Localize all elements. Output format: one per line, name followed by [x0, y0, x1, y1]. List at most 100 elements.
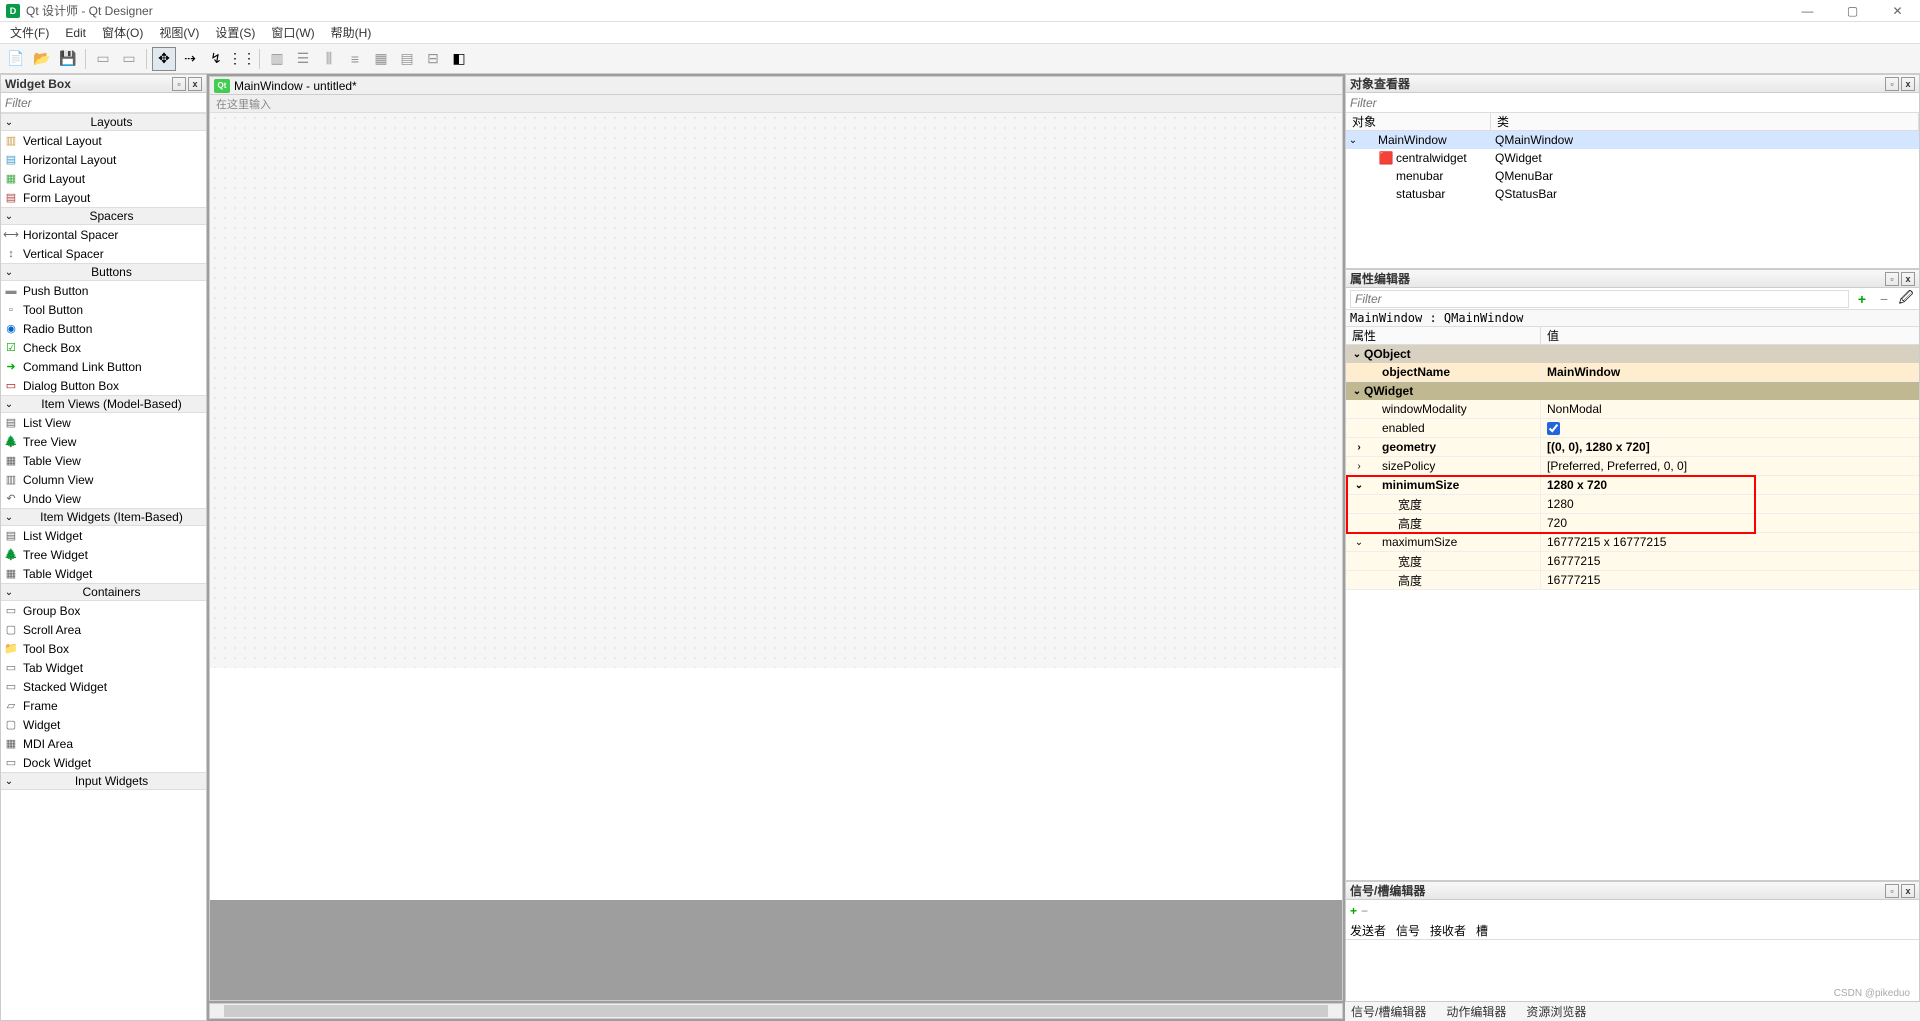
widget-stacked-widget[interactable]: ▭Stacked Widget	[1, 677, 206, 696]
expand-icon[interactable]: ›	[1352, 442, 1366, 453]
property-value[interactable]: [Preferred, Preferred, 0, 0]	[1547, 459, 1687, 473]
object-inspector-filter[interactable]	[1346, 93, 1919, 112]
property-宽度[interactable]: 宽度1280	[1346, 495, 1919, 514]
property-value[interactable]: NonModal	[1547, 402, 1602, 416]
widget-tool-box[interactable]: 📁Tool Box	[1, 639, 206, 658]
widget-undo-view[interactable]: ↶Undo View	[1, 489, 206, 508]
widget-tab-widget[interactable]: ▭Tab Widget	[1, 658, 206, 677]
expand-icon[interactable]: ⌄	[1352, 480, 1366, 491]
category-buttons[interactable]: ⌄Buttons	[1, 263, 206, 281]
object-row-menubar[interactable]: menubarQMenuBar	[1346, 167, 1919, 185]
dock-close-icon[interactable]: x	[1901, 272, 1915, 286]
menu-window[interactable]: 窗口(W)	[263, 22, 322, 43]
edit-tab-order-icon[interactable]: ⋮⋮	[230, 47, 254, 71]
configure-icon[interactable]: 🖉	[1897, 290, 1915, 308]
widget-list-widget[interactable]: ▤List Widget	[1, 526, 206, 545]
property-高度[interactable]: 高度16777215	[1346, 571, 1919, 590]
widget-tree-widget[interactable]: 🌲Tree Widget	[1, 545, 206, 564]
property-filter[interactable]	[1350, 290, 1849, 308]
remove-signal-icon[interactable]: −	[1361, 904, 1368, 918]
property-value[interactable]: 720	[1547, 516, 1567, 530]
property-enabled[interactable]: enabled	[1346, 419, 1919, 438]
widget-list-view[interactable]: ▤List View	[1, 413, 206, 432]
widget-box-filter[interactable]	[1, 93, 206, 112]
dock-float-icon[interactable]: ▫	[1885, 77, 1899, 91]
signal-col-receiver[interactable]: 接收者	[1430, 922, 1466, 939]
new-file-icon[interactable]: 📄	[4, 47, 28, 71]
property-value[interactable]: 1280	[1547, 497, 1574, 511]
widget-form-layout[interactable]: ▤Form Layout	[1, 188, 206, 207]
widget-tool-button[interactable]: ▫Tool Button	[1, 300, 206, 319]
close-button[interactable]: ✕	[1875, 0, 1920, 22]
canvas-hscrollbar[interactable]	[209, 1003, 1343, 1019]
object-col-object[interactable]: 对象	[1346, 113, 1491, 130]
tab-resource-browser[interactable]: 资源浏览器	[1526, 1003, 1586, 1020]
widget-box-list[interactable]: ⌄Layouts▥Vertical Layout▤Horizontal Layo…	[1, 113, 206, 1020]
dock-float-icon[interactable]: ▫	[172, 77, 186, 91]
expand-icon[interactable]: ⌄	[1346, 135, 1360, 146]
category-containers[interactable]: ⌄Containers	[1, 583, 206, 601]
property-sizePolicy[interactable]: ›sizePolicy[Preferred, Preferred, 0, 0]	[1346, 457, 1919, 476]
property-windowModality[interactable]: windowModalityNonModal	[1346, 400, 1919, 419]
property-minimumSize[interactable]: ⌄minimumSize1280 x 720	[1346, 476, 1919, 495]
property-高度[interactable]: 高度720	[1346, 514, 1919, 533]
section-QWidget[interactable]: ⌄QWidget	[1346, 382, 1919, 400]
property-value[interactable]: 16777215	[1547, 573, 1600, 587]
widget-push-button[interactable]: ▬Push Button	[1, 281, 206, 300]
widget-tree-view[interactable]: 🌲Tree View	[1, 432, 206, 451]
dock-close-icon[interactable]: x	[1901, 884, 1915, 898]
menu-settings[interactable]: 设置(S)	[207, 22, 263, 43]
layout-h-icon[interactable]: ▥	[265, 47, 289, 71]
widget-scroll-area[interactable]: ▢Scroll Area	[1, 620, 206, 639]
break-layout-icon[interactable]: ⊟	[421, 47, 445, 71]
widget-grid-layout[interactable]: ▦Grid Layout	[1, 169, 206, 188]
layout-v-icon[interactable]: ☰	[291, 47, 315, 71]
widget-widget[interactable]: ▢Widget	[1, 715, 206, 734]
property-table[interactable]: ⌄QObjectobjectNameMainWindow⌄QWidgetwind…	[1346, 345, 1919, 880]
expand-icon[interactable]: ⌄	[1352, 537, 1366, 548]
save-file-icon[interactable]: 💾	[56, 47, 80, 71]
property-col-name[interactable]: 属性	[1346, 327, 1541, 344]
widget-vertical-layout[interactable]: ▥Vertical Layout	[1, 131, 206, 150]
maximize-button[interactable]: ▢	[1830, 0, 1875, 22]
property-checkbox[interactable]	[1547, 422, 1560, 435]
menu-view[interactable]: 视图(V)	[151, 22, 207, 43]
property-col-value[interactable]: 值	[1541, 327, 1565, 344]
signal-col-signal[interactable]: 信号	[1396, 922, 1420, 939]
send-back-icon[interactable]: ▭	[91, 47, 115, 71]
layout-hsplit-icon[interactable]: ⫼	[317, 47, 341, 71]
form-canvas[interactable]: 在这里输入	[209, 94, 1343, 1001]
open-file-icon[interactable]: 📂	[30, 47, 54, 71]
category-spacers[interactable]: ⌄Spacers	[1, 207, 206, 225]
property-geometry[interactable]: ›geometry[(0, 0), 1280 x 720]	[1346, 438, 1919, 457]
remove-property-icon[interactable]: −	[1875, 290, 1893, 308]
object-row-statusbar[interactable]: statusbarQStatusBar	[1346, 185, 1919, 203]
menu-help[interactable]: 帮助(H)	[323, 22, 380, 43]
object-row-centralwidget[interactable]: 🟥centralwidgetQWidget	[1346, 149, 1919, 167]
bring-front-icon[interactable]: ▭	[117, 47, 141, 71]
property-maximumSize[interactable]: ⌄maximumSize16777215 x 16777215	[1346, 533, 1919, 552]
menu-file[interactable]: 文件(F)	[2, 22, 57, 43]
widget-horizontal-spacer[interactable]: ⟷Horizontal Spacer	[1, 225, 206, 244]
edit-buddies-icon[interactable]: ↯	[204, 47, 228, 71]
widget-horizontal-layout[interactable]: ▤Horizontal Layout	[1, 150, 206, 169]
tab-action-editor[interactable]: 动作编辑器	[1446, 1003, 1506, 1020]
property-objectName[interactable]: objectNameMainWindow	[1346, 363, 1919, 382]
widget-table-widget[interactable]: ▦Table Widget	[1, 564, 206, 583]
dock-close-icon[interactable]: x	[188, 77, 202, 91]
widget-check-box[interactable]: ☑Check Box	[1, 338, 206, 357]
widget-dock-widget[interactable]: ▭Dock Widget	[1, 753, 206, 772]
widget-command-link-button[interactable]: ➜Command Link Button	[1, 357, 206, 376]
property-value[interactable]: 16777215	[1547, 554, 1600, 568]
form-menubar-hint[interactable]: 在这里输入	[210, 95, 1342, 113]
menu-form[interactable]: 窗体(O)	[94, 22, 151, 43]
layout-grid-icon[interactable]: ▦	[369, 47, 393, 71]
edit-signals-icon[interactable]: ⇢	[178, 47, 202, 71]
category-layouts[interactable]: ⌄Layouts	[1, 113, 206, 131]
property-value[interactable]: MainWindow	[1547, 365, 1620, 379]
signal-col-slot[interactable]: 槽	[1476, 922, 1488, 939]
widget-mdi-area[interactable]: ▦MDI Area	[1, 734, 206, 753]
category-item-views-model-based-[interactable]: ⌄Item Views (Model-Based)	[1, 395, 206, 413]
edit-widgets-icon[interactable]: ✥	[152, 47, 176, 71]
property-value[interactable]: 1280 x 720	[1547, 478, 1607, 492]
